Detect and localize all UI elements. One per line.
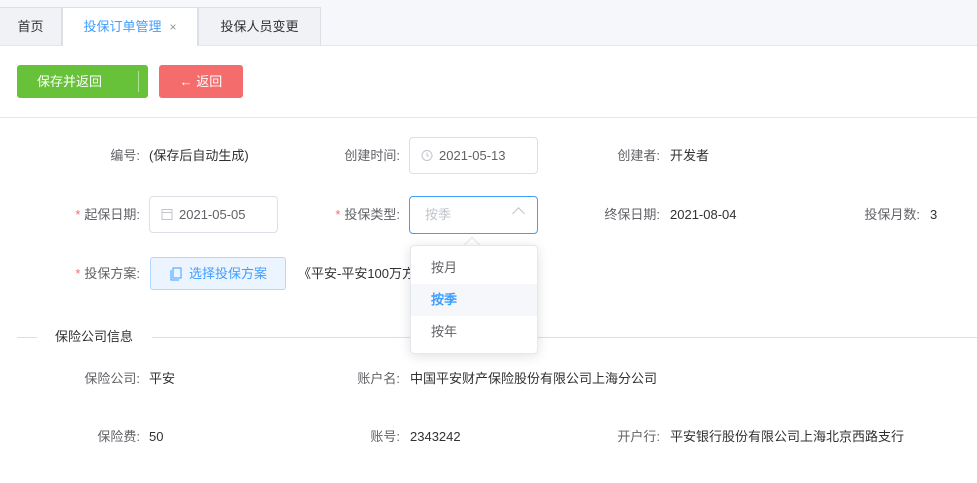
created-time-label: 创建时间: (344, 148, 400, 163)
company-label: 保险公司: (84, 371, 140, 386)
arrow-left-icon: ← (179, 74, 193, 89)
plan-value: 《平安-平安100万方 (298, 266, 410, 281)
required-marker: * (335, 207, 341, 222)
tab-order-label: 投保订单管理 (83, 19, 162, 34)
tab-bar: 首页 投保订单管理 × 投保人员变更 (0, 0, 977, 46)
plan-label-text: 投保方案: (84, 266, 140, 281)
creator-label: 创建者: (617, 148, 660, 163)
chevron-up-icon (512, 207, 525, 220)
tab-personnel-change[interactable]: 投保人员变更 (198, 7, 321, 45)
section-divider-left (17, 337, 37, 338)
tab-order-management[interactable]: 投保订单管理 × (62, 7, 198, 46)
months-value: 3 (930, 207, 938, 222)
select-plan-button[interactable]: 选择投保方案 (150, 257, 286, 290)
start-date-input[interactable]: 2021-05-05 (149, 196, 278, 233)
company-value: 平安 (149, 371, 176, 386)
account-name-label: 账户名: (357, 371, 400, 386)
account-name-value: 中国平安财产保险股份有限公司上海分公司 (410, 371, 658, 386)
option-monthly[interactable]: 按月 (411, 252, 537, 284)
bank-value: 平安银行股份有限公司上海北京西路支行 (670, 429, 905, 444)
account-no-value: 2343242 (410, 429, 461, 444)
save-button-label: 保存并返回 (36, 74, 102, 89)
tab-personnel-label: 投保人员变更 (220, 19, 299, 34)
code-label: 编号: (110, 148, 140, 163)
fee-value: 50 (149, 429, 164, 444)
end-date-value: 2021-08-04 (670, 207, 737, 222)
required-marker: * (75, 207, 81, 222)
clock-icon (421, 138, 433, 187)
created-time-input[interactable]: 2021-05-13 (409, 137, 538, 174)
back-button-label: 返回 (196, 74, 223, 89)
bank-label: 开户行: (617, 429, 660, 444)
select-plan-label: 选择投保方案 (189, 266, 268, 281)
required-marker: * (75, 266, 81, 281)
option-yearly[interactable]: 按年 (411, 316, 537, 348)
insure-type-label: * 投保类型: (310, 205, 400, 225)
option-quarterly[interactable]: 按季 (411, 284, 537, 316)
fee-label: 保险费: (97, 429, 140, 444)
save-and-return-button[interactable]: 保存并返回 (17, 65, 158, 98)
start-date-label: * 起保日期: (50, 205, 140, 225)
close-icon[interactable]: × (170, 20, 177, 34)
creator-value: 开发者 (670, 148, 710, 163)
document-icon (170, 258, 182, 300)
calendar-icon (161, 197, 173, 246)
account-no-label: 账号: (370, 429, 400, 444)
back-button[interactable]: ← 返回 (159, 65, 243, 98)
button-separator (138, 71, 139, 92)
insure-type-label-text: 投保类型: (344, 207, 400, 222)
end-date-label: 终保日期: (604, 207, 660, 222)
start-date-label-text: 起保日期: (84, 207, 140, 222)
months-label: 投保月数: (864, 207, 920, 222)
insure-type-placeholder: 按季 (425, 207, 452, 222)
created-time-value: 2021-05-13 (439, 148, 506, 163)
plan-label: * 投保方案: (50, 264, 140, 284)
tab-home-label: 首页 (17, 19, 44, 34)
tab-home[interactable]: 首页 (0, 7, 62, 45)
insure-type-dropdown: 按月 按季 按年 (410, 245, 538, 354)
insure-type-select[interactable]: 按季 (409, 196, 538, 234)
section-title: 保险公司信息 (55, 329, 134, 344)
section-divider-right (152, 337, 977, 338)
code-value: (保存后自动生成) (149, 148, 249, 163)
divider (0, 117, 977, 118)
start-date-value: 2021-05-05 (179, 207, 246, 222)
